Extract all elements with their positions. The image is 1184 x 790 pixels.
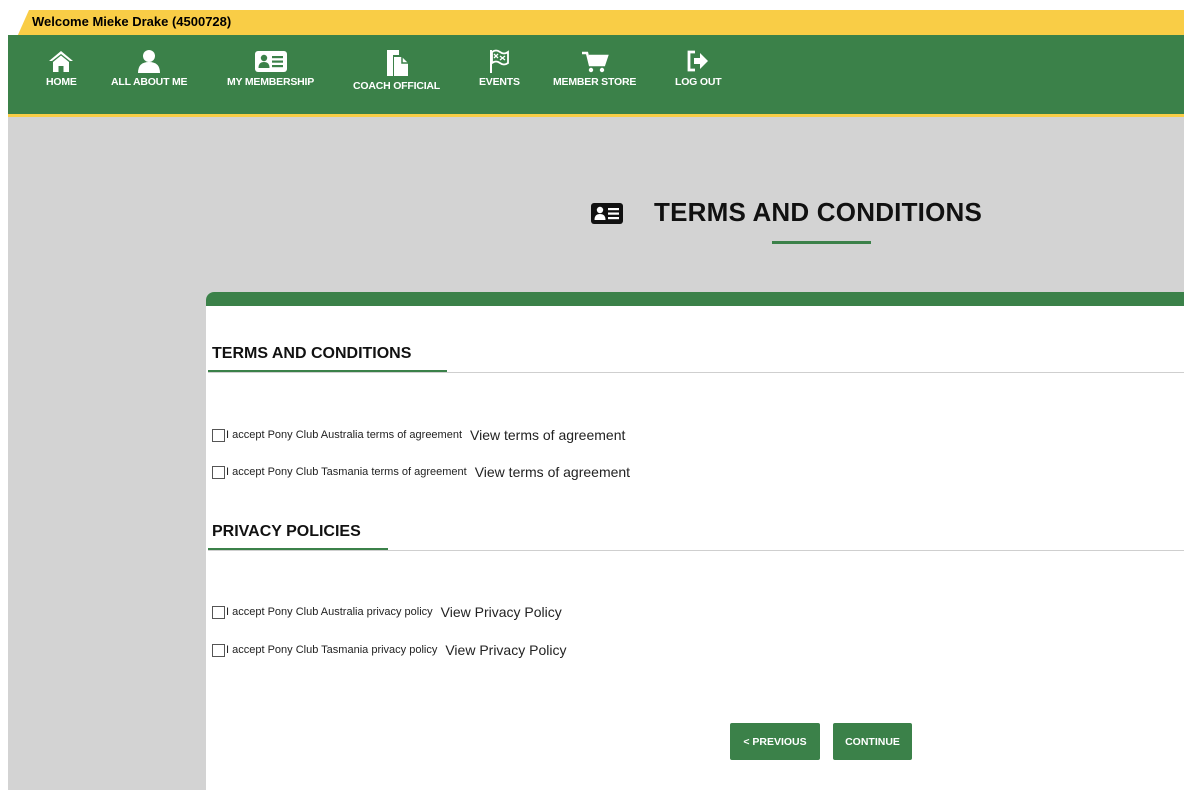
nav-member-store[interactable]: MEMBER STORE (553, 49, 636, 88)
nav-log-out-label: LOG OUT (675, 76, 722, 88)
page-title: TERMS AND CONDITIONS (654, 197, 983, 227)
flag-icon (490, 49, 510, 73)
title-underline (772, 241, 871, 244)
terms-heading: TERMS AND CONDITIONS (212, 345, 412, 362)
nav-home-label: HOME (46, 76, 77, 88)
terms-australia-checkbox[interactable] (212, 428, 225, 442)
terms-tasmania-link[interactable]: View terms of agreement (475, 464, 630, 480)
top-bar: Welcome Mieke Drake (4500728) (0, 0, 1184, 37)
privacy-row-australia: I accept Pony Club Australia privacy pol… (212, 604, 562, 620)
nav-my-membership[interactable]: MY MEMBERSHIP (227, 49, 314, 88)
terms-row-tasmania: I accept Pony Club Tasmania terms of agr… (212, 464, 630, 480)
page-title-block: TERMS AND CONDITIONS (590, 197, 982, 228)
id-card-icon (591, 202, 623, 224)
terms-row-australia: I accept Pony Club Australia terms of ag… (212, 427, 625, 443)
cart-icon (581, 51, 609, 73)
privacy-australia-label: I accept Pony Club Australia privacy pol… (226, 606, 433, 618)
privacy-heading-underline (208, 548, 388, 550)
nav-events[interactable]: EVENTS (479, 49, 520, 88)
privacy-australia-link[interactable]: View Privacy Policy (441, 604, 562, 620)
document-icon (386, 50, 408, 76)
welcome-text: Welcome Mieke Drake (4500728) (32, 14, 232, 29)
user-icon (138, 50, 161, 73)
nav-my-membership-label: MY MEMBERSHIP (227, 76, 315, 88)
main-nav: HOME ALL ABOUT ME MY MEMBERSHIP COACH OF… (8, 35, 1184, 117)
nav-all-about-me[interactable]: ALL ABOUT ME (111, 49, 188, 88)
terms-tasmania-checkbox[interactable] (212, 465, 225, 479)
id-card-icon (254, 51, 287, 72)
nav-log-out[interactable]: LOG OUT (675, 49, 722, 88)
terms-divider (208, 372, 1184, 373)
nav-coach-official-label: COACH OFFICIAL (353, 80, 441, 92)
terms-panel: TERMS AND CONDITIONS I accept Pony Club … (206, 292, 1184, 790)
privacy-row-tasmania: I accept Pony Club Tasmania privacy poli… (212, 642, 566, 658)
privacy-tasmania-label: I accept Pony Club Tasmania privacy poli… (226, 644, 438, 656)
privacy-divider (208, 550, 1184, 551)
privacy-tasmania-link[interactable]: View Privacy Policy (445, 642, 566, 658)
terms-tasmania-label: I accept Pony Club Tasmania terms of agr… (226, 466, 467, 478)
terms-australia-link[interactable]: View terms of agreement (470, 427, 625, 443)
privacy-heading: PRIVACY POLICIES (212, 523, 361, 540)
home-icon (49, 51, 74, 72)
panel-header-bar (206, 292, 1184, 306)
nav-events-label: EVENTS (479, 76, 520, 88)
nav-coach-official[interactable]: COACH OFFICIAL (353, 49, 440, 92)
previous-button[interactable]: < PREVIOUS (730, 723, 820, 760)
continue-button[interactable]: CONTINUE (833, 723, 912, 760)
nav-home[interactable]: HOME (46, 49, 77, 88)
terms-australia-label: I accept Pony Club Australia terms of ag… (226, 429, 463, 441)
nav-all-about-me-label: ALL ABOUT ME (111, 76, 188, 88)
logout-icon (687, 50, 709, 72)
nav-member-store-label: MEMBER STORE (553, 76, 637, 88)
privacy-tasmania-checkbox[interactable] (212, 643, 225, 657)
privacy-australia-checkbox[interactable] (212, 605, 225, 619)
terms-heading-underline (208, 370, 447, 372)
